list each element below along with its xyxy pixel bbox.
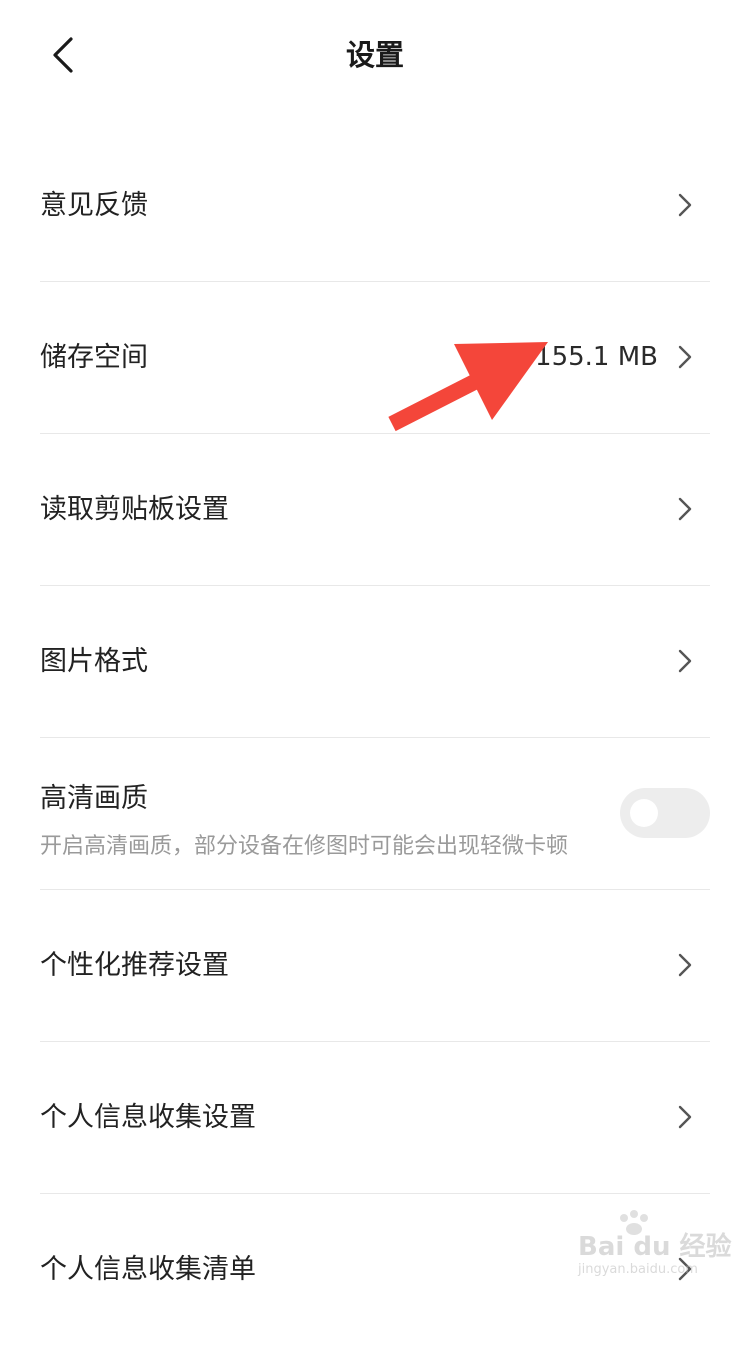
chevron-right-icon <box>678 1105 692 1129</box>
image-format-row[interactable]: 图片格式 <box>40 586 710 738</box>
info-collection-settings-label: 个人信息收集设置 <box>40 1102 256 1133</box>
feedback-label: 意见反馈 <box>40 190 148 221</box>
storage-value: 155.1 MB <box>535 342 658 372</box>
info-collection-list-label: 个人信息收集清单 <box>40 1254 256 1285</box>
image-format-label: 图片格式 <box>40 646 148 677</box>
storage-row[interactable]: 储存空间 155.1 MB <box>40 282 710 434</box>
personalized-recommendation-row[interactable]: 个性化推荐设置 <box>40 890 710 1042</box>
hd-quality-row: 高清画质 开启高清画质，部分设备在修图时可能会出现轻微卡顿 <box>40 738 710 890</box>
info-collection-settings-row[interactable]: 个人信息收集设置 <box>40 1042 710 1194</box>
hd-quality-toggle[interactable] <box>620 788 710 838</box>
settings-list: 意见反馈 储存空间 155.1 MB 读取剪贴板设置 图片格式 高清画质 开启高… <box>40 130 710 1345</box>
chevron-right-icon <box>678 193 692 217</box>
chevron-right-icon <box>678 1257 692 1281</box>
feedback-row[interactable]: 意见反馈 <box>40 130 710 282</box>
info-collection-list-row[interactable]: 个人信息收集清单 <box>40 1194 710 1345</box>
chevron-right-icon <box>678 649 692 673</box>
chevron-right-icon <box>678 497 692 521</box>
page-title: 设置 <box>345 38 404 72</box>
clipboard-settings-label: 读取剪贴板设置 <box>40 494 229 525</box>
chevron-right-icon <box>678 953 692 977</box>
toggle-knob <box>630 799 658 827</box>
storage-label: 储存空间 <box>40 342 148 373</box>
clipboard-settings-row[interactable]: 读取剪贴板设置 <box>40 434 710 586</box>
navigation-bar: 设置 <box>0 0 750 110</box>
hd-quality-description: 开启高清画质，部分设备在修图时可能会出现轻微卡顿 <box>40 834 569 859</box>
chevron-right-icon <box>678 345 692 369</box>
personalized-recommendation-label: 个性化推荐设置 <box>40 950 229 981</box>
hd-quality-label: 高清画质 <box>40 783 148 814</box>
